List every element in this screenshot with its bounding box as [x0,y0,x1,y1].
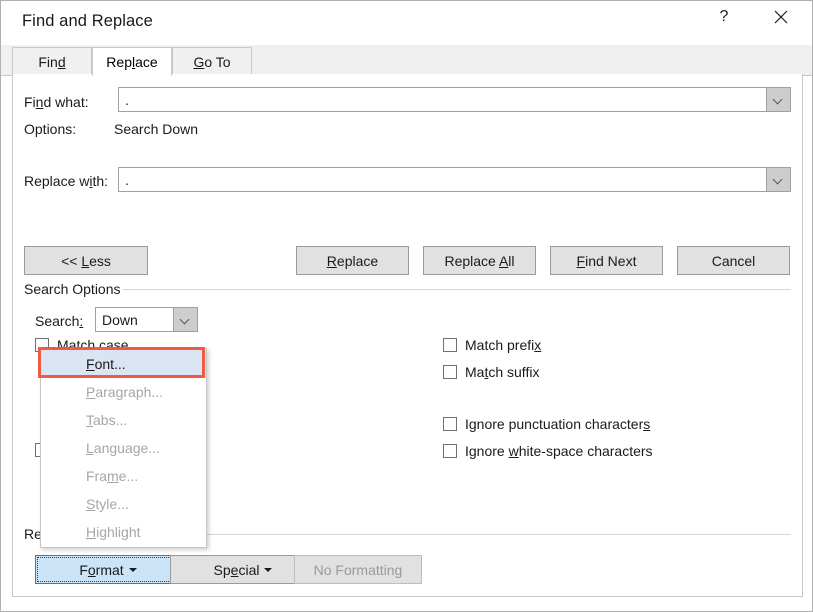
format-button[interactable]: Format [35,555,181,584]
menu-item-highlight-label: Highlight [86,524,141,540]
tab-replace-label: Replace [106,54,158,70]
find-what-label: Find what: [24,94,89,110]
checkbox-match-prefix[interactable]: Match prefix [443,337,541,353]
special-button-label: Special [213,561,260,578]
find-next-button-label: Find Next [576,252,637,269]
checkbox-box-icon[interactable] [443,417,457,431]
replace-with-combo[interactable]: . [118,167,791,192]
replace-with-dropdown-button[interactable] [766,168,790,191]
cancel-button-label: Cancel [711,252,756,269]
options-value: Search Down [114,121,199,137]
checkbox-ignore-punctuation-label: Ignore punctuation characters [465,416,651,432]
find-what-dropdown-button[interactable] [766,88,790,111]
find-next-button[interactable]: Find Next [550,246,663,275]
tab-find-label: Find [38,53,66,70]
search-options-divider [123,289,791,290]
close-x-icon [774,10,788,24]
less-button[interactable]: << Less [24,246,148,275]
format-dropdown-menu: Font... Paragraph... Tabs... Language...… [38,347,207,548]
menu-item-tabs-label: Tabs... [86,412,128,428]
menu-item-frame-label: Frame... [86,468,139,484]
no-formatting-button-label: No Formatting [313,561,403,578]
checkbox-box-icon[interactable] [443,338,457,352]
menu-item-language[interactable]: Language... [41,434,206,462]
replace-with-input[interactable]: . [119,168,766,191]
menu-item-style[interactable]: Style... [41,490,206,518]
menu-item-font-label: Font... [86,356,126,372]
replace-button-label: Replace [326,252,379,269]
menu-item-font[interactable]: Font... [38,347,206,378]
window-title: Find and Replace [22,12,153,30]
find-what-combo[interactable]: . [118,87,791,112]
chevron-down-icon [774,95,783,104]
no-formatting-button: No Formatting [294,555,422,584]
replace-all-button[interactable]: Replace All [423,246,536,275]
find-and-replace-dialog: Find and Replace ? Find Replace Go To Fi… [0,0,813,612]
checkbox-ignore-punctuation[interactable]: Ignore punctuation characters [443,416,650,432]
checkbox-match-prefix-label: Match prefix [465,337,542,353]
menu-item-paragraph[interactable]: Paragraph... [41,378,206,406]
close-button[interactable] [758,1,804,33]
checkbox-match-suffix-label: Match suffix [465,364,540,380]
tab-goto-label: Go To [193,53,231,70]
help-button[interactable]: ? [701,1,747,33]
replace-with-label: Replace with: [24,173,109,189]
menu-item-style-label: Style... [86,496,129,512]
caret-down-icon [128,567,137,572]
menu-item-frame[interactable]: Frame... [41,462,206,490]
window-bottom-edge [1,597,812,611]
caret-down-icon [264,567,273,572]
search-direction-dropdown-button[interactable] [173,308,197,331]
less-button-label: << Less [61,252,111,269]
replace-all-button-label: Replace All [444,252,515,269]
menu-item-paragraph-label: Paragraph... [86,384,164,400]
tab-find[interactable]: Find [12,47,92,75]
menu-item-highlight[interactable]: Highlight [41,518,206,546]
find-what-input[interactable]: . [119,88,766,111]
menu-item-tabs[interactable]: Tabs... [41,406,206,434]
checkbox-box-icon[interactable] [443,444,457,458]
search-direction-label: Search: [35,313,84,329]
checkbox-box-icon[interactable] [443,365,457,379]
search-direction-combo[interactable]: Down [95,307,198,332]
checkbox-ignore-whitespace-label: Ignore white-space characters [465,443,653,459]
tab-strip: Find Replace Go To [1,45,812,76]
search-options-group-label: Search Options [24,281,127,297]
cancel-button[interactable]: Cancel [677,246,790,275]
search-direction-value[interactable]: Down [96,308,173,331]
tab-replace[interactable]: Replace [92,47,172,76]
replace-button[interactable]: Replace [296,246,409,275]
question-mark-icon: ? [719,8,729,25]
title-bar: Find and Replace ? [1,1,812,45]
checkbox-match-suffix[interactable]: Match suffix [443,364,539,380]
chevron-down-icon [181,315,190,324]
options-label: Options: [24,121,77,137]
menu-item-language-label: Language... [86,440,160,456]
checkbox-ignore-whitespace[interactable]: Ignore white-space characters [443,443,653,459]
chevron-down-icon [774,175,783,184]
format-button-label: Format [79,561,124,578]
tab-goto[interactable]: Go To [172,47,252,75]
